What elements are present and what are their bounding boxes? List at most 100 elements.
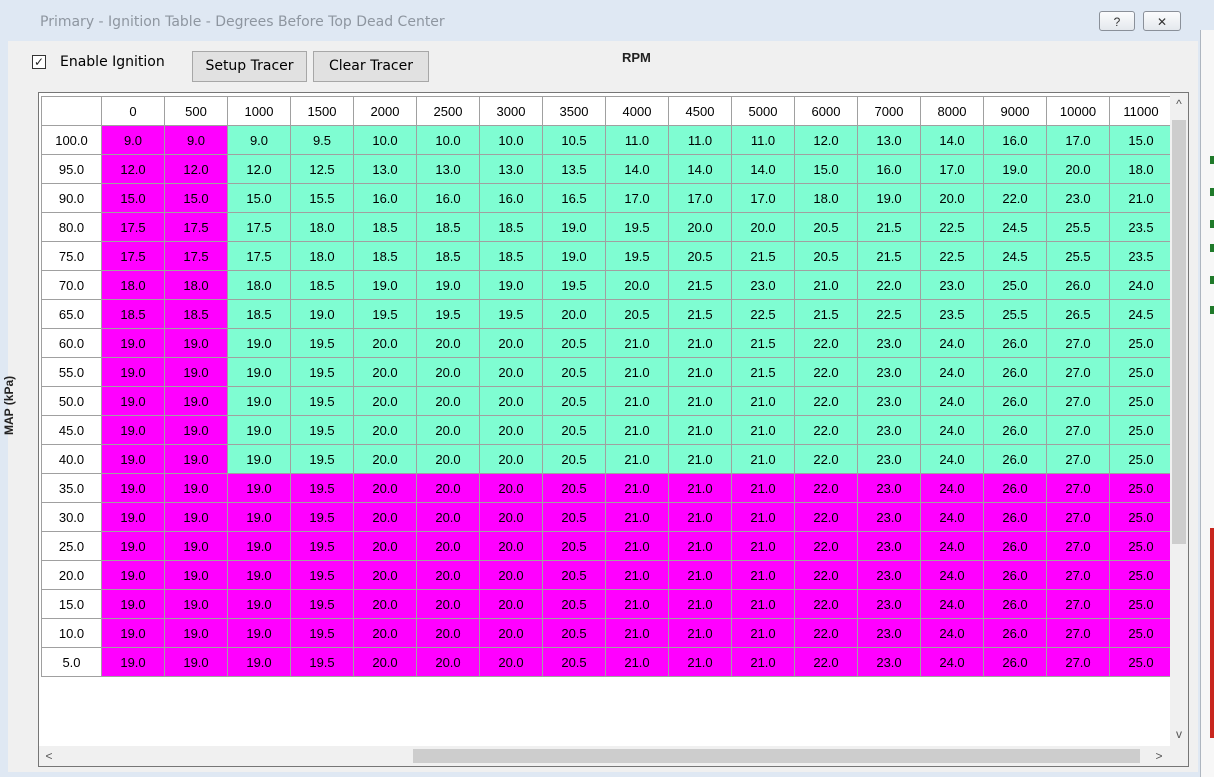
rpm-column-header[interactable]: 6000 bbox=[794, 96, 858, 126]
ignition-cell[interactable]: 12.0 bbox=[794, 125, 858, 155]
ignition-cell[interactable]: 19.0 bbox=[857, 183, 921, 213]
ignition-cell[interactable]: 20.0 bbox=[416, 502, 480, 532]
ignition-cell[interactable]: 17.5 bbox=[227, 241, 291, 271]
ignition-cell[interactable]: 17.0 bbox=[731, 183, 795, 213]
ignition-cell[interactable]: 15.0 bbox=[794, 154, 858, 184]
ignition-cell[interactable]: 9.0 bbox=[227, 125, 291, 155]
ignition-cell[interactable]: 26.0 bbox=[983, 647, 1047, 677]
ignition-cell[interactable]: 20.5 bbox=[542, 444, 606, 474]
ignition-cell[interactable]: 21.0 bbox=[731, 618, 795, 648]
map-row-header[interactable]: 5.0 bbox=[41, 647, 102, 677]
ignition-cell[interactable]: 18.5 bbox=[416, 212, 480, 242]
ignition-cell[interactable]: 21.0 bbox=[668, 386, 732, 416]
ignition-cell[interactable]: 22.5 bbox=[731, 299, 795, 329]
ignition-cell[interactable]: 17.5 bbox=[101, 212, 165, 242]
ignition-cell[interactable]: 27.0 bbox=[1046, 357, 1110, 387]
ignition-cell[interactable]: 22.5 bbox=[920, 212, 984, 242]
map-row-header[interactable]: 15.0 bbox=[41, 589, 102, 619]
ignition-cell[interactable]: 26.0 bbox=[983, 415, 1047, 445]
ignition-cell[interactable]: 21.0 bbox=[668, 618, 732, 648]
map-row-header[interactable]: 80.0 bbox=[41, 212, 102, 242]
ignition-cell[interactable]: 21.0 bbox=[731, 386, 795, 416]
ignition-cell[interactable]: 24.0 bbox=[920, 386, 984, 416]
ignition-cell[interactable]: 27.0 bbox=[1046, 560, 1110, 590]
ignition-cell[interactable]: 19.0 bbox=[227, 444, 291, 474]
ignition-cell[interactable]: 26.0 bbox=[983, 357, 1047, 387]
map-row-header[interactable]: 35.0 bbox=[41, 473, 102, 503]
ignition-cell[interactable]: 24.0 bbox=[920, 328, 984, 358]
ignition-cell[interactable]: 19.0 bbox=[290, 299, 354, 329]
ignition-cell[interactable]: 24.0 bbox=[920, 473, 984, 503]
ignition-cell[interactable]: 23.0 bbox=[857, 444, 921, 474]
ignition-cell[interactable]: 19.0 bbox=[164, 589, 228, 619]
ignition-cell[interactable]: 20.5 bbox=[605, 299, 669, 329]
ignition-cell[interactable]: 24.0 bbox=[920, 531, 984, 561]
ignition-cell[interactable]: 21.0 bbox=[605, 531, 669, 561]
ignition-cell[interactable]: 19.0 bbox=[542, 241, 606, 271]
ignition-cell[interactable]: 22.0 bbox=[794, 357, 858, 387]
map-row-header[interactable]: 90.0 bbox=[41, 183, 102, 213]
ignition-cell[interactable]: 22.0 bbox=[794, 386, 858, 416]
ignition-cell[interactable]: 22.0 bbox=[794, 647, 858, 677]
ignition-cell[interactable]: 25.0 bbox=[1109, 647, 1173, 677]
ignition-cell[interactable]: 12.0 bbox=[227, 154, 291, 184]
ignition-cell[interactable]: 10.0 bbox=[353, 125, 417, 155]
ignition-cell[interactable]: 21.0 bbox=[731, 444, 795, 474]
ignition-cell[interactable]: 22.0 bbox=[794, 531, 858, 561]
ignition-cell[interactable]: 22.0 bbox=[794, 589, 858, 619]
ignition-cell[interactable]: 20.0 bbox=[416, 444, 480, 474]
ignition-cell[interactable]: 20.0 bbox=[920, 183, 984, 213]
rpm-column-header[interactable]: 7000 bbox=[857, 96, 921, 126]
ignition-cell[interactable]: 19.0 bbox=[542, 212, 606, 242]
ignition-cell[interactable]: 21.0 bbox=[605, 647, 669, 677]
ignition-cell[interactable]: 19.5 bbox=[290, 415, 354, 445]
ignition-cell[interactable]: 20.0 bbox=[479, 502, 543, 532]
ignition-cell[interactable]: 24.0 bbox=[920, 589, 984, 619]
ignition-cell[interactable]: 26.0 bbox=[983, 386, 1047, 416]
clear-tracer-button[interactable]: Clear Tracer bbox=[313, 51, 429, 82]
ignition-cell[interactable]: 21.0 bbox=[668, 502, 732, 532]
ignition-cell[interactable]: 20.0 bbox=[479, 386, 543, 416]
ignition-cell[interactable]: 18.5 bbox=[416, 241, 480, 271]
ignition-cell[interactable]: 20.0 bbox=[353, 647, 417, 677]
ignition-cell[interactable]: 25.0 bbox=[1109, 502, 1173, 532]
ignition-cell[interactable]: 19.0 bbox=[101, 502, 165, 532]
ignition-cell[interactable]: 10.0 bbox=[416, 125, 480, 155]
ignition-cell[interactable]: 20.0 bbox=[416, 560, 480, 590]
ignition-cell[interactable]: 19.0 bbox=[227, 589, 291, 619]
ignition-cell[interactable]: 20.5 bbox=[542, 560, 606, 590]
ignition-cell[interactable]: 19.5 bbox=[290, 531, 354, 561]
horizontal-scrollbar[interactable]: < > bbox=[39, 746, 1170, 766]
ignition-cell[interactable]: 19.0 bbox=[101, 386, 165, 416]
ignition-cell[interactable]: 17.5 bbox=[164, 241, 228, 271]
ignition-cell[interactable]: 20.0 bbox=[416, 589, 480, 619]
ignition-cell[interactable]: 19.5 bbox=[416, 299, 480, 329]
ignition-cell[interactable]: 13.0 bbox=[416, 154, 480, 184]
scroll-up-icon[interactable]: ^ bbox=[1170, 93, 1188, 115]
ignition-cell[interactable]: 19.0 bbox=[164, 357, 228, 387]
ignition-cell[interactable]: 20.0 bbox=[353, 357, 417, 387]
ignition-cell[interactable]: 22.0 bbox=[983, 183, 1047, 213]
ignition-cell[interactable]: 20.0 bbox=[353, 473, 417, 503]
ignition-cell[interactable]: 21.0 bbox=[1109, 183, 1173, 213]
ignition-cell[interactable]: 15.0 bbox=[227, 183, 291, 213]
ignition-cell[interactable]: 25.0 bbox=[1109, 589, 1173, 619]
ignition-cell[interactable]: 21.5 bbox=[794, 299, 858, 329]
ignition-cell[interactable]: 21.0 bbox=[605, 386, 669, 416]
ignition-cell[interactable]: 16.0 bbox=[416, 183, 480, 213]
map-row-header[interactable]: 60.0 bbox=[41, 328, 102, 358]
ignition-cell[interactable]: 20.0 bbox=[479, 560, 543, 590]
ignition-cell[interactable]: 16.0 bbox=[983, 125, 1047, 155]
ignition-cell[interactable]: 23.5 bbox=[920, 299, 984, 329]
rpm-column-header[interactable]: 500 bbox=[164, 96, 228, 126]
ignition-cell[interactable]: 16.0 bbox=[353, 183, 417, 213]
ignition-cell[interactable]: 19.5 bbox=[353, 299, 417, 329]
ignition-cell[interactable]: 14.0 bbox=[920, 125, 984, 155]
ignition-cell[interactable]: 20.0 bbox=[416, 647, 480, 677]
ignition-cell[interactable]: 19.5 bbox=[290, 589, 354, 619]
ignition-cell[interactable]: 19.0 bbox=[227, 560, 291, 590]
ignition-cell[interactable]: 21.5 bbox=[857, 212, 921, 242]
ignition-cell[interactable]: 19.0 bbox=[164, 531, 228, 561]
ignition-cell[interactable]: 21.0 bbox=[668, 328, 732, 358]
setup-tracer-button[interactable]: Setup Tracer bbox=[192, 51, 307, 82]
